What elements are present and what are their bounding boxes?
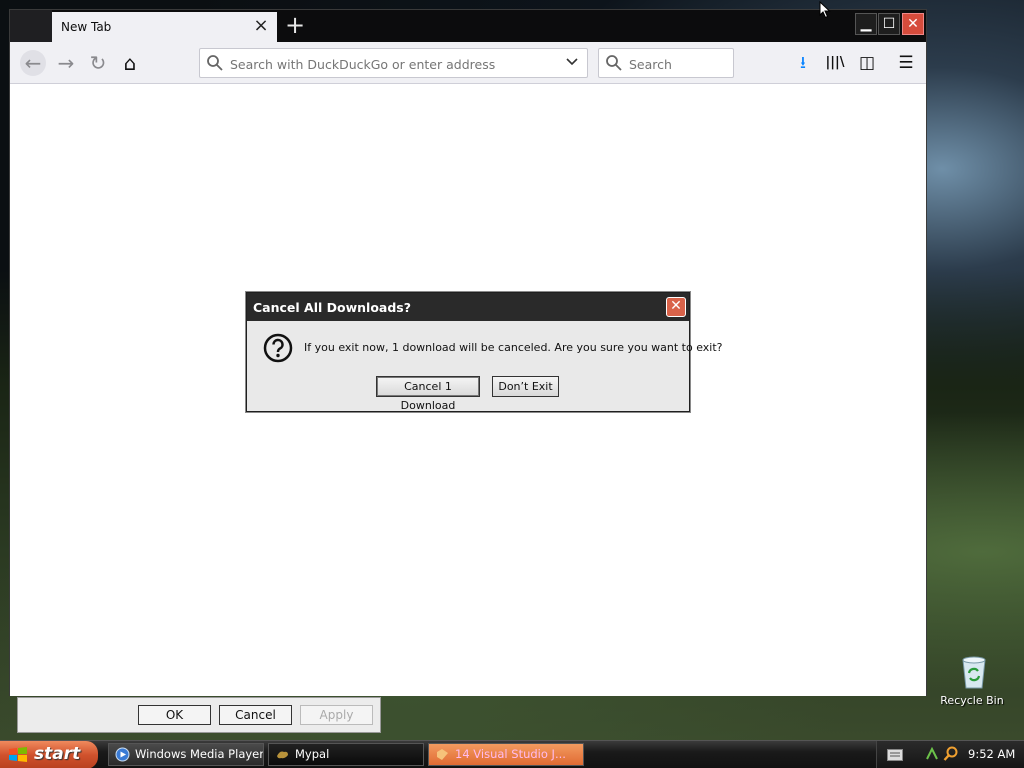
recycle-bin-label: Recycle Bin [940,694,1004,707]
tab-new-tab[interactable]: New Tab × [52,12,277,42]
start-label: start [34,744,81,764]
home-icon[interactable]: ⌂ [117,50,143,76]
background-dialog: OK Cancel Apply [17,697,381,733]
windows-logo-icon [9,747,27,762]
question-icon [263,333,293,363]
taskbar-item-label: Windows Media Player [135,747,264,761]
search-icon[interactable] [943,746,959,762]
back-arrow-icon[interactable]: ← [20,50,46,76]
recycle-bin[interactable]: Recycle Bin [940,656,1004,707]
cancel-download-button[interactable]: Cancel 1 Download [376,376,480,412]
taskbar-item-mypal[interactable]: Mypal [268,743,424,766]
network-icon[interactable] [925,747,939,761]
search-icon [207,55,223,71]
taskbar-item-label: 14 Visual Studio J... [455,747,566,761]
taskbar-item-visual-studio[interactable]: 14 Visual Studio J... [428,743,584,766]
mypal-icon [277,751,288,759]
window-close-icon[interactable]: ✕ [902,13,924,35]
sidebar-icon[interactable]: ◫ [856,52,878,74]
tab-strip-stub [10,10,52,42]
search-icon [606,55,622,71]
dont-exit-button[interactable]: Don’t Exit [492,376,559,397]
ok-button[interactable]: OK [138,705,211,725]
taskbar-item-label: Mypal [295,747,330,761]
taskbar-item-windows-media-player[interactable]: Windows Media Player [108,743,264,766]
keyboard-icon[interactable] [887,749,903,761]
taskbar: start Windows Media Player Mypal 14 Visu… [0,740,1024,768]
search-input[interactable] [629,54,729,74]
new-tab-plus-icon[interactable]: + [282,13,308,39]
address-input[interactable] [230,54,555,74]
dialog-title: Cancel All Downloads? [247,293,689,321]
cancel-downloads-dialog: Cancel All Downloads? ✕ If you exit now,… [246,292,723,412]
start-button[interactable]: start [0,741,98,768]
mouse-cursor-icon [819,1,831,19]
minimize-icon[interactable]: ▁ [855,13,877,35]
tab-strip: New Tab × + ▁ ☐ ✕ [10,10,926,42]
library-icon[interactable]: |||\ [824,52,846,74]
dialog-close-icon[interactable]: ✕ [666,297,686,317]
tab-title: New Tab [61,20,112,34]
system-tray: 9:52 AM [876,741,1024,768]
visual-studio-icon [437,749,448,760]
tab-close-icon[interactable]: × [251,16,271,36]
search-bar[interactable] [598,48,734,78]
dialog-body: If you exit now, 1 download will be canc… [247,321,723,412]
navigation-toolbar: ← → ↻ ⌂ ⭳ |||\ ◫ ☰ [10,42,926,84]
media-player-icon [115,747,130,762]
apply-button: Apply [300,705,373,725]
address-bar[interactable] [199,48,588,78]
chevron-down-icon[interactable] [565,55,579,69]
cancel-button[interactable]: Cancel [219,705,292,725]
hamburger-menu-icon[interactable]: ☰ [895,52,917,74]
recycle-bin-icon [962,656,986,689]
forward-arrow-icon[interactable]: → [53,50,79,76]
clock: 9:52 AM [968,747,1016,761]
download-icon[interactable]: ⭳ [792,52,814,74]
maximize-icon[interactable]: ☐ [878,13,900,35]
reload-icon[interactable]: ↻ [85,50,111,76]
dialog-message: If you exit now, 1 download will be canc… [304,341,723,354]
